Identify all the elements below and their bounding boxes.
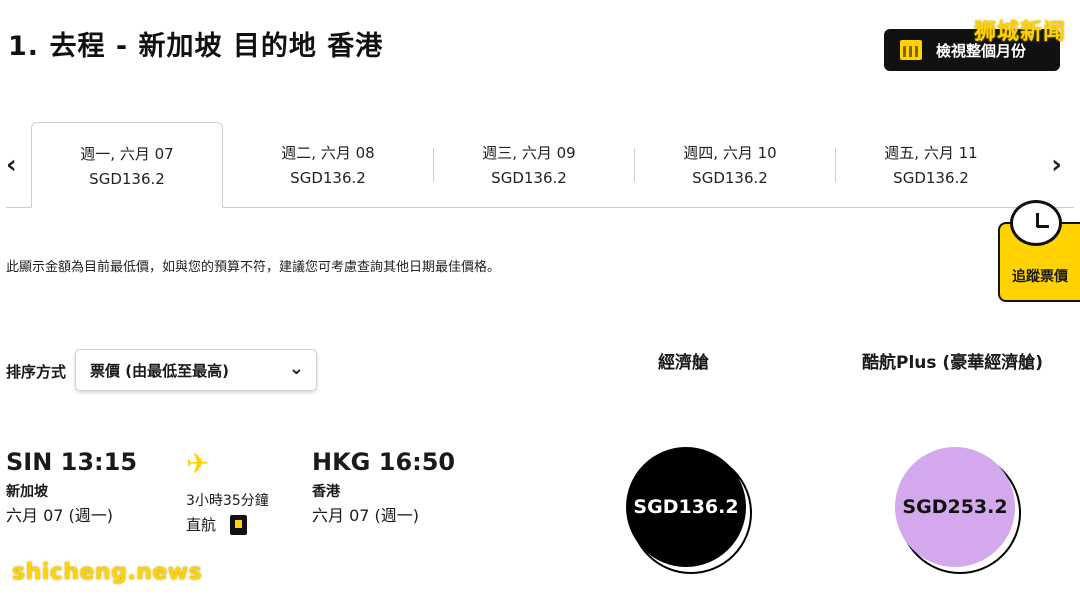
date-tab[interactable]: 週二, 六月 08 SGD136.2: [232, 122, 424, 208]
plus-fare-button[interactable]: SGD253.2: [895, 447, 1015, 567]
chevron-down-icon: ⌄: [288, 358, 304, 379]
date-tab-price: SGD136.2: [290, 169, 366, 187]
arrival-city: 香港: [312, 484, 340, 500]
clock-icon: [1010, 200, 1062, 246]
date-tab[interactable]: 週五, 六月 11 SGD136.2: [835, 122, 1027, 208]
sort-dropdown[interactable]: 票價 (由最低至最高) ⌄: [75, 349, 317, 391]
departure-date: 六月 07 (週一): [6, 506, 114, 525]
chevron-right-icon[interactable]: ›: [1051, 150, 1062, 180]
plus-column-header: 酷航Plus (豪華經濟艙): [862, 353, 1043, 373]
date-tab-price: SGD136.2: [89, 170, 165, 188]
departure-city: 新加坡: [6, 484, 48, 500]
date-tab-price: SGD136.2: [692, 169, 768, 187]
date-strip: ‹ 週一, 六月 07 SGD136.2 週二, 六月 08 SGD136.2 …: [0, 122, 1080, 208]
arrival-date: 六月 07 (週一): [312, 506, 420, 525]
date-tab[interactable]: 週四, 六月 10 SGD136.2: [634, 122, 826, 208]
date-tab-day: 週四, 六月 10: [683, 144, 777, 162]
calendar-icon: [900, 40, 922, 60]
date-tab-day: 週三, 六月 09: [482, 144, 576, 162]
watermark-bottom: shicheng.news: [12, 560, 203, 585]
arrival-time: HKG 16:50: [312, 448, 456, 476]
page-title: 1. 去程 - 新加坡 目的地 香港: [8, 31, 384, 62]
economy-column-header: 經濟艙: [658, 353, 709, 373]
document-icon[interactable]: [230, 515, 247, 535]
date-tab[interactable]: 週三, 六月 09 SGD136.2: [433, 122, 625, 208]
date-tab-day: 週五, 六月 11: [884, 144, 978, 162]
watermark-top: 狮城新闻: [973, 20, 1066, 45]
flight-type: 直航: [186, 516, 217, 534]
sort-label: 排序方式: [6, 363, 67, 381]
departure-time: SIN 13:15: [6, 448, 138, 476]
date-tab[interactable]: 週一, 六月 07 SGD136.2: [31, 122, 223, 208]
plane-icon: ✈: [186, 447, 210, 480]
sort-selected-value: 票價 (由最低至最高): [90, 361, 229, 380]
date-tab-day: 週一, 六月 07: [80, 145, 174, 163]
flight-duration: 3小時35分鐘: [186, 493, 269, 509]
date-tab-day: 週二, 六月 08: [281, 144, 375, 162]
date-tab-price: SGD136.2: [893, 169, 969, 187]
price-notice: 此顯示金額為目前最低價，如與您的預算不符，建議您可考慮查詢其他日期最佳價格。: [6, 260, 501, 275]
economy-fare-button[interactable]: SGD136.2: [626, 447, 746, 567]
date-tab-price: SGD136.2: [491, 169, 567, 187]
chevron-left-icon[interactable]: ‹: [6, 150, 17, 180]
